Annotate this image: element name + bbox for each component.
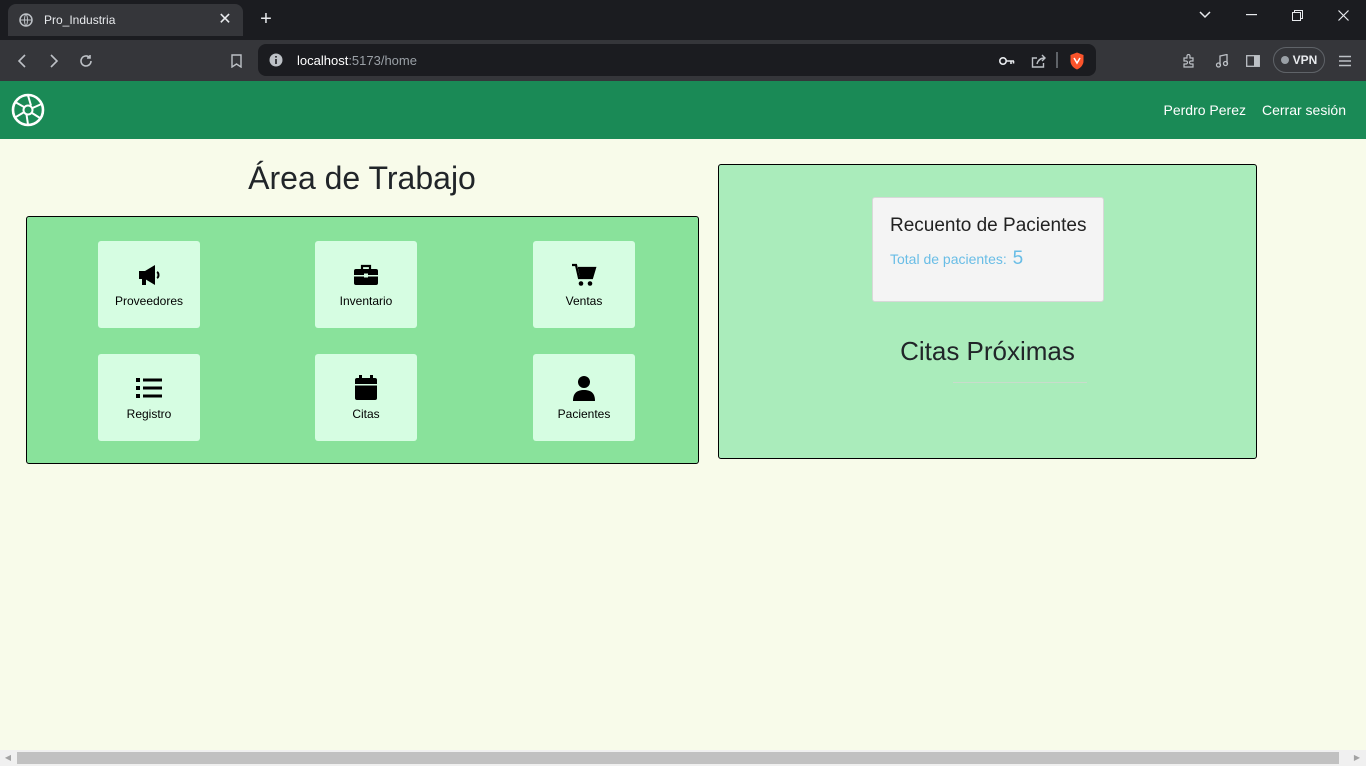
tile-label: Citas: [352, 406, 380, 421]
horizontal-scrollbar[interactable]: ◀ ▶: [0, 750, 1366, 766]
patient-count-title: Recuento de Pacientes: [890, 215, 1087, 236]
back-icon[interactable]: [11, 50, 33, 72]
tile-label: Proveedores: [114, 293, 184, 308]
page-title: Área de Trabajo: [248, 160, 476, 196]
list-icon: [136, 375, 162, 401]
appointments-divider: [953, 382, 1087, 383]
browser-tab-bar: Pro_Industria ✕ +: [0, 0, 1366, 40]
tile-inventario[interactable]: Inventario: [315, 241, 417, 328]
logout-link[interactable]: Cerrar sesión: [1262, 102, 1346, 118]
tab-title: Pro_Industria: [44, 13, 116, 27]
patient-count-label: Total de pacientes:: [890, 251, 1007, 267]
vpn-button[interactable]: VPN: [1273, 47, 1325, 73]
tile-label: Pacientes: [557, 406, 611, 421]
forward-icon[interactable]: [43, 50, 65, 72]
globe-icon: [18, 12, 34, 28]
reload-icon[interactable]: [75, 50, 97, 72]
scroll-right-icon[interactable]: ▶: [1352, 753, 1362, 763]
tile-citas[interactable]: Citas: [315, 354, 417, 441]
address-bar[interactable]: localhost:5173/home: [258, 44, 1096, 76]
scrollbar-thumb[interactable]: [17, 752, 1339, 764]
toolbar-divider: [1056, 52, 1058, 68]
tile-ventas[interactable]: Ventas: [533, 241, 635, 328]
briefcase-icon: [353, 262, 379, 288]
workspace-panel: Proveedores Inventario Ventas Registro C…: [26, 216, 699, 464]
appointments-title: Citas Próximas: [900, 336, 1075, 366]
megaphone-icon: [136, 262, 162, 288]
url-path: :5173/home: [348, 53, 417, 68]
tile-label: Inventario: [339, 293, 393, 308]
tile-pacientes[interactable]: Pacientes: [533, 354, 635, 441]
scroll-left-icon[interactable]: ◀: [3, 753, 13, 763]
shopping-cart-icon: [571, 262, 597, 288]
patient-count-line: Total de pacientes: 5: [890, 248, 1023, 270]
tab-search-icon[interactable]: [1191, 6, 1219, 24]
patient-count-value: 5: [1012, 248, 1024, 269]
tile-registro[interactable]: Registro: [98, 354, 200, 441]
sidebar-icon[interactable]: [1242, 50, 1264, 72]
user-name-link[interactable]: Perdro Perez: [1164, 102, 1246, 118]
share-icon[interactable]: [1030, 52, 1048, 70]
user-icon: [571, 375, 597, 401]
restore-icon[interactable]: [1283, 6, 1311, 24]
brave-shield-icon[interactable]: [1068, 52, 1086, 70]
menu-icon[interactable]: [1334, 50, 1356, 72]
extensions-icon[interactable]: [1178, 50, 1200, 72]
calendar-icon: [353, 374, 379, 401]
key-icon[interactable]: [998, 52, 1016, 70]
bookmark-icon[interactable]: [225, 50, 247, 72]
browser-tab[interactable]: Pro_Industria ✕: [8, 4, 243, 36]
browser-toolbar: localhost:5173/home VPN: [0, 40, 1366, 81]
site-info-icon[interactable]: [269, 53, 283, 72]
app-header: Perdro Perez Cerrar sesión: [0, 81, 1366, 139]
patient-count-card: Recuento de Pacientes Total de pacientes…: [872, 197, 1104, 302]
url-text: localhost:5173/home: [297, 53, 417, 68]
tile-label: Registro: [126, 406, 172, 421]
tile-label: Ventas: [565, 293, 603, 308]
logo-icon[interactable]: [11, 93, 45, 127]
media-icon[interactable]: [1211, 50, 1233, 72]
url-host: localhost: [297, 53, 349, 68]
close-window-icon[interactable]: [1329, 6, 1357, 24]
tile-proveedores[interactable]: Proveedores: [98, 241, 200, 328]
new-tab-icon[interactable]: +: [256, 9, 276, 29]
vpn-label: VPN: [1292, 53, 1318, 67]
minimize-icon[interactable]: [1237, 6, 1265, 24]
vpn-status-icon: [1280, 56, 1289, 64]
summary-panel: Recuento de Pacientes Total de pacientes…: [718, 164, 1257, 459]
tab-close-icon[interactable]: ✕: [217, 12, 233, 28]
